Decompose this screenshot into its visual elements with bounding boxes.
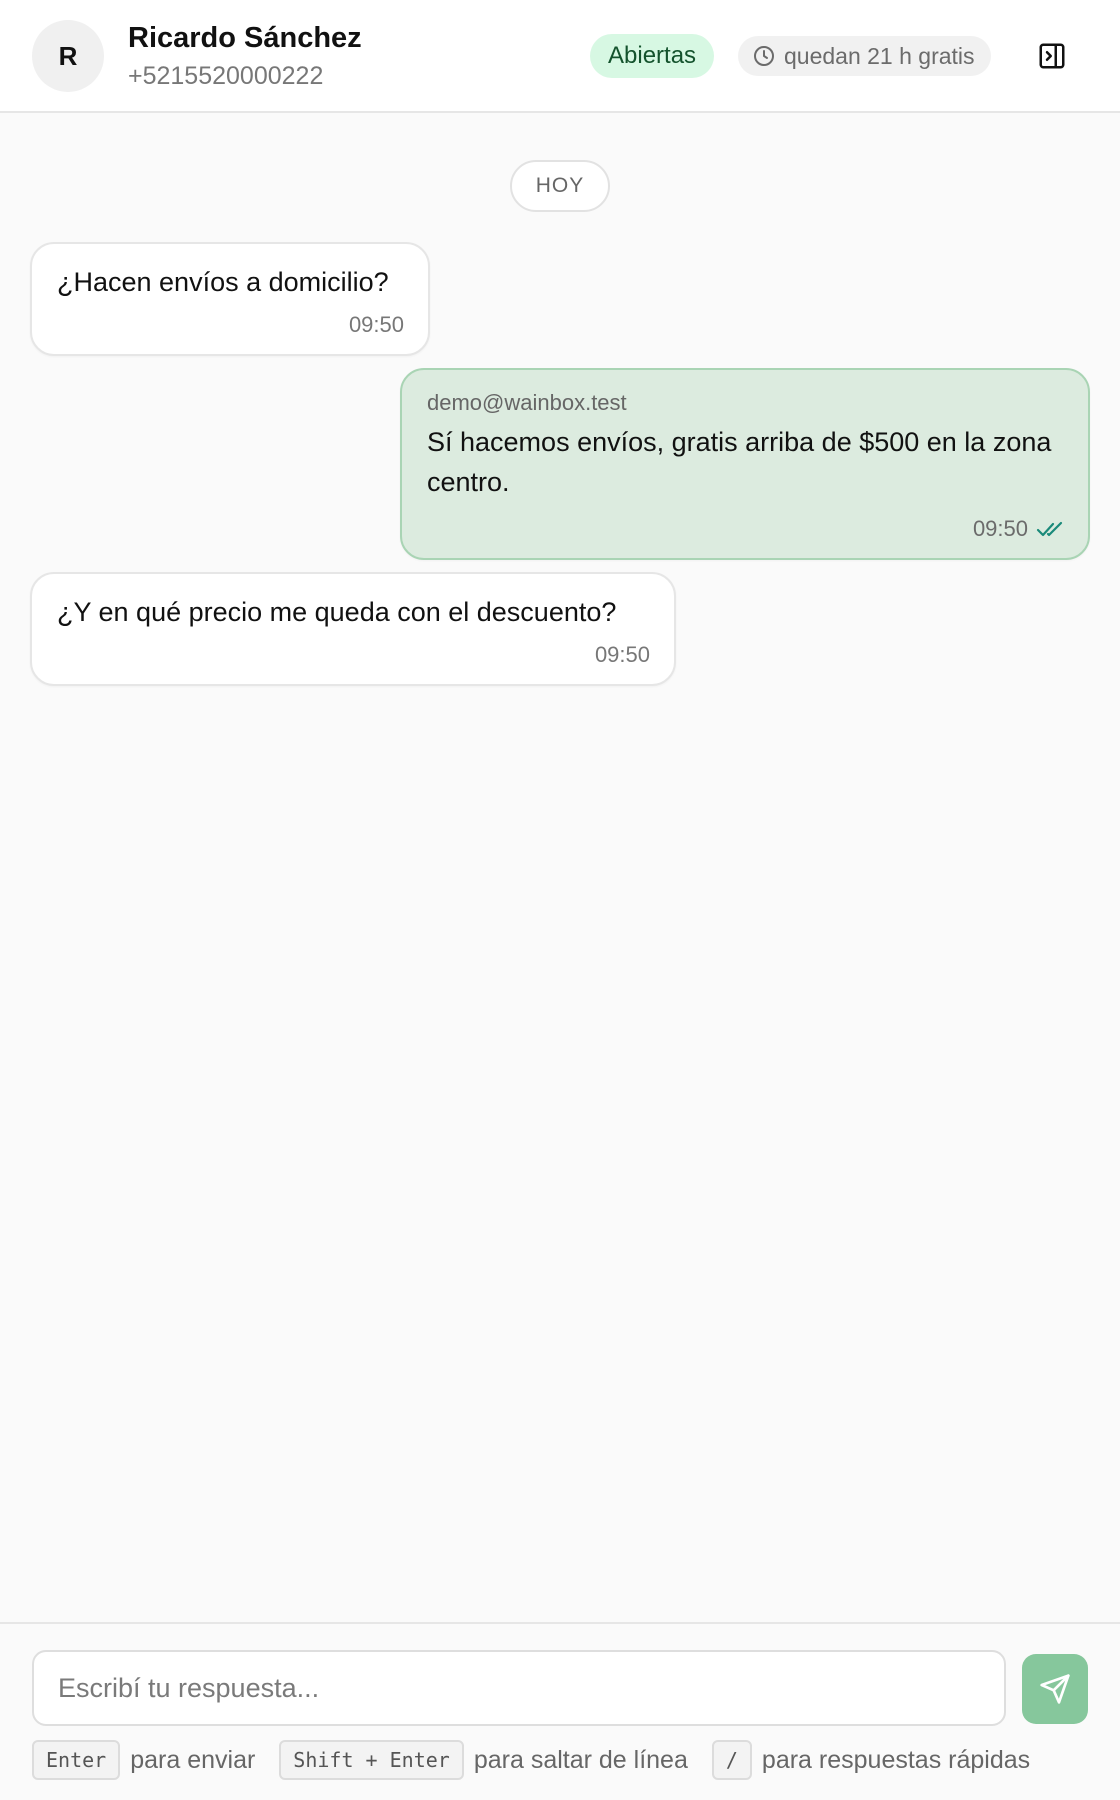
message-incoming[interactable]: ¿Hacen envíos a domicilio? 09:50 bbox=[30, 242, 430, 356]
composer: Enter para enviar Shift + Enter para sal… bbox=[0, 1622, 1120, 1800]
message-time: 09:50 bbox=[972, 516, 1028, 541]
hint-key: Enter bbox=[32, 1740, 121, 1780]
hint-text: para respuestas rápidas bbox=[761, 1745, 1031, 1774]
message-time: 09:50 bbox=[594, 642, 650, 667]
contact-name: Ricardo Sánchez bbox=[128, 22, 362, 54]
message-meta: 09:50 bbox=[349, 312, 404, 338]
reply-input[interactable] bbox=[32, 1650, 1006, 1726]
contact-phone: +5215520000222 bbox=[128, 62, 324, 90]
hint-key: / bbox=[711, 1740, 752, 1780]
message-text: ¿Y en qué precio me queda con el descuen… bbox=[57, 597, 617, 627]
hint-key: Shift + Enter bbox=[279, 1740, 464, 1780]
message-text: ¿Hacen envíos a domicilio? bbox=[57, 267, 389, 297]
conversation-header: R Ricardo Sánchez +5215520000222 Abierta… bbox=[0, 0, 1120, 113]
avatar[interactable]: R bbox=[32, 20, 104, 92]
day-separator: HOY bbox=[510, 160, 610, 212]
double-check-icon bbox=[1036, 521, 1063, 537]
message-sender: demo@wainbox.test bbox=[427, 390, 627, 415]
message-time: 09:50 bbox=[348, 312, 404, 337]
clock-icon bbox=[754, 46, 774, 66]
chat-window: R Ricardo Sánchez +5215520000222 Abierta… bbox=[0, 0, 1120, 1800]
free-window-label: quedan 21 h gratis bbox=[784, 42, 975, 69]
free-window-badge: quedan 21 h gratis bbox=[738, 36, 991, 76]
panel-toggle-button[interactable] bbox=[1034, 38, 1070, 74]
message-outgoing[interactable]: demo@wainbox.test Sí hacemos envíos, gra… bbox=[400, 368, 1090, 560]
message-meta: 09:50 bbox=[595, 642, 650, 668]
hint-text: para saltar de línea bbox=[473, 1745, 688, 1774]
status-badge[interactable]: Abiertas bbox=[590, 34, 715, 78]
keyboard-hints: Enter para enviar Shift + Enter para sal… bbox=[32, 1740, 1054, 1780]
panel-toggle-icon bbox=[1039, 43, 1065, 69]
message-incoming[interactable]: ¿Y en qué precio me queda con el descuen… bbox=[30, 572, 676, 686]
send-button[interactable] bbox=[1022, 1654, 1088, 1724]
send-icon bbox=[1040, 1674, 1070, 1704]
message-text: Sí hacemos envíos, gratis arriba de $500… bbox=[427, 427, 1052, 497]
message-meta: 09:50 bbox=[973, 516, 1064, 542]
hint-text: para enviar bbox=[130, 1745, 256, 1774]
